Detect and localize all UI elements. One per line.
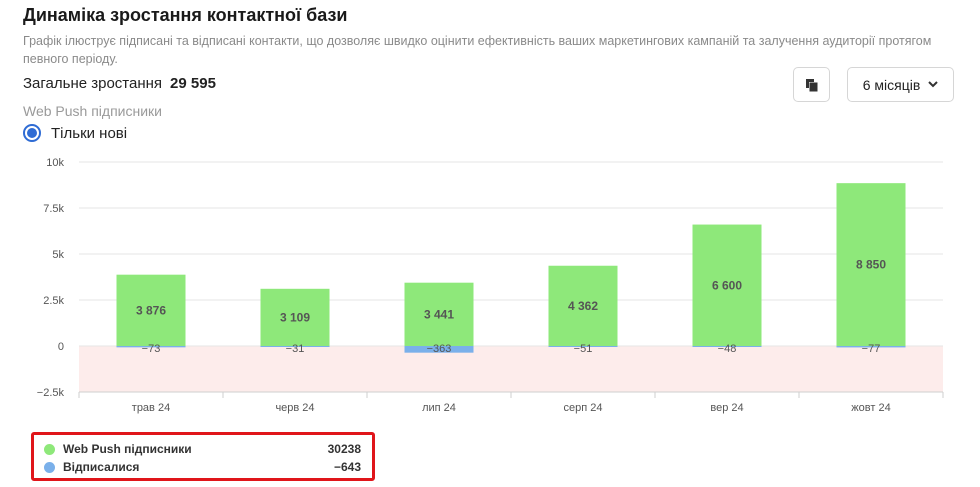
chart-legend: Web Push підписники 30238 Відписалися −6… [31,432,375,481]
data-label-subscribed: 6 600 [712,278,742,292]
y-tick-label: −2.5k [37,387,65,399]
page-title: Динаміка зростання контактної бази [23,5,348,25]
chevron-down-icon [928,81,938,88]
data-label-unsubscribed: −31 [286,343,305,355]
y-tick-label: 7.5k [43,203,64,215]
x-tick-label: вер 24 [710,402,743,414]
data-label-unsubscribed: −51 [574,343,593,355]
data-label-subscribed: 3 109 [280,310,310,324]
x-tick-label: серп 24 [564,402,603,414]
y-tick-label: 0 [58,341,64,353]
data-label-unsubscribed: −73 [142,343,161,355]
x-tick-label: трав 24 [132,402,170,414]
period-label: 6 місяців [862,76,921,93]
y-tick-label: 10k [46,157,64,169]
y-tick-label: 5k [52,249,64,261]
period-select[interactable]: 6 місяців [847,67,954,102]
total-growth-value: 29 595 [170,75,216,92]
copy-button[interactable] [793,67,830,102]
legend-swatch-unsubscribed [44,461,55,473]
copy-icon [805,78,817,91]
series-label: Web Push підписники [23,103,162,119]
legend-item-unsubscribed[interactable]: Відписалися −643 [44,458,361,476]
data-label-subscribed: 3 876 [136,303,166,317]
x-tick-label: черв 24 [275,402,314,414]
total-growth: Загальне зростання 29 595 [23,75,216,92]
radio-label: Тільки нові [51,124,128,142]
legend-value: −643 [333,460,361,474]
negative-zone [79,346,943,392]
data-label-unsubscribed: −363 [427,343,452,355]
radio-button[interactable] [23,124,41,142]
legend-swatch-subscribed [44,443,55,455]
y-tick-label: 2.5k [43,295,64,307]
legend-value: 30238 [327,442,361,456]
data-label-subscribed: 3 441 [424,307,454,321]
data-label-unsubscribed: −77 [862,343,881,355]
legend-name: Відписалися [63,460,140,474]
total-growth-label: Загальне зростання [23,75,163,92]
radio-dot-icon [27,128,37,138]
legend-name: Web Push підписники [63,442,192,456]
chart-description: Графік ілюструє підписані та відписані к… [23,34,932,66]
legend-item-subscribed[interactable]: Web Push підписники 30238 [44,440,361,458]
growth-chart: 10k 7.5k 5k 2.5k 0 −2.5k 3 876 −73 трав 24 3 109 −… [37,157,944,414]
data-label-subscribed: 8 850 [856,258,886,272]
x-tick-label: лип 24 [422,402,456,414]
only-new-radio[interactable]: Тільки нові [23,124,127,142]
data-label-unsubscribed: −48 [718,343,737,355]
data-label-subscribed: 4 362 [568,299,598,313]
x-tick-label: жовт 24 [851,402,890,414]
